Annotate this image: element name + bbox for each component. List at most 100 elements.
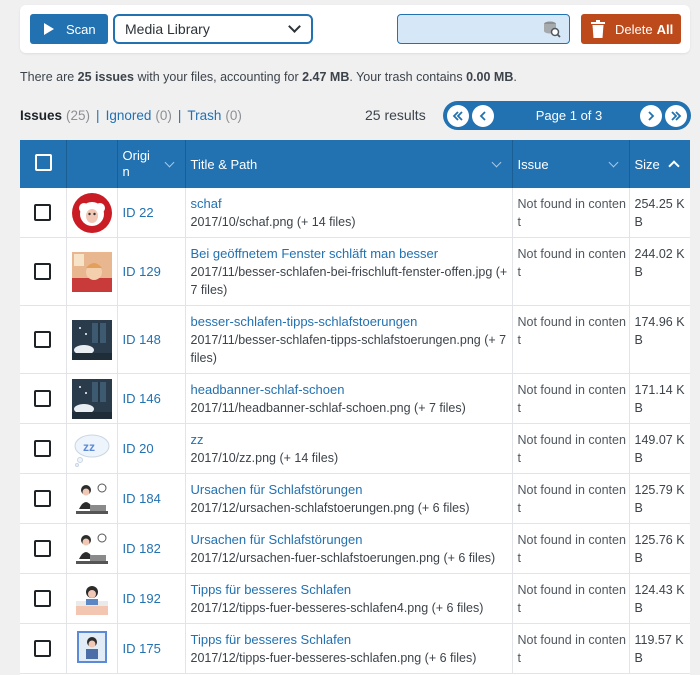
tab-trash[interactable]: Trash [187, 108, 221, 123]
row-checkbox[interactable] [34, 263, 51, 280]
title-header-label: Title & Path [190, 156, 258, 172]
first-page-button[interactable] [447, 104, 469, 127]
person-frame-thumbnail[interactable] [71, 628, 112, 669]
row-checkbox[interactable] [34, 540, 51, 557]
summary-size: 2.47 MB [302, 70, 350, 84]
media-id-link[interactable]: ID 146 [123, 391, 161, 406]
title-path-cell: headbanner-schlaf-schoen 2017/11/headbann… [185, 373, 513, 424]
tab-ignored[interactable]: Ignored [106, 108, 152, 123]
issue-cell: Not found in content [512, 523, 630, 574]
media-title-link[interactable]: headbanner-schlaf-schoen [191, 381, 512, 399]
row-checkbox[interactable] [34, 331, 51, 348]
media-title-link[interactable]: Ursachen für Schlafstörungen [191, 531, 512, 549]
origin-cell: ID 192 [117, 573, 186, 624]
delete-label: Delete [615, 21, 653, 37]
thumbnail-cell [66, 573, 118, 624]
sheep-thumbnail[interactable] [71, 192, 112, 233]
issue-header[interactable]: Issue [512, 140, 630, 188]
media-path: 2017/12/ursachen-fuer-schlafstoerungen.p… [190, 551, 496, 565]
row-checkbox[interactable] [34, 440, 51, 457]
origin-header[interactable]: Origi n [117, 140, 186, 188]
media-title-link[interactable]: Ursachen für Schlafstörungen [191, 481, 512, 499]
delete-label-bold: All [656, 21, 674, 37]
issue-cell: Not found in content [512, 188, 630, 238]
media-title-link[interactable]: zz [191, 431, 512, 449]
person-desk-thumbnail[interactable] [71, 528, 112, 569]
next-page-button[interactable] [640, 104, 662, 127]
size-text: 149.07 KB [634, 433, 685, 465]
row-checkbox[interactable] [34, 390, 51, 407]
play-icon [44, 23, 54, 35]
title-header[interactable]: Title & Path [185, 140, 513, 188]
issue-text: Not found in content [517, 197, 626, 229]
row-checkbox-cell [20, 423, 67, 474]
size-cell: 119.57 KB [629, 624, 690, 674]
table-row: ID 175 Tipps für besseres Schlafen 2017/1… [20, 623, 690, 674]
night-window-thumbnail[interactable] [71, 319, 112, 360]
size-header[interactable]: Size [629, 140, 690, 188]
toolbar: Scan Media Library Delete All [20, 5, 690, 53]
origin-cell: ID 175 [117, 623, 186, 674]
summary-text: There are 25 issues with your files, acc… [20, 70, 517, 84]
issue-text: Not found in content [517, 633, 626, 665]
issue-text: Not found in content [517, 583, 626, 615]
sort-icon [164, 157, 174, 168]
media-path: 2017/10/zz.png (+ 14 files) [190, 451, 339, 465]
scan-button[interactable]: Scan [30, 14, 108, 44]
row-checkbox[interactable] [34, 204, 51, 221]
row-checkbox-cell [20, 305, 67, 374]
media-title-link[interactable]: Tipps für besseres Schlafen [191, 631, 512, 649]
media-title-link[interactable]: Tipps für besseres Schlafen [191, 581, 512, 599]
size-cell: 171.14 KB [629, 374, 690, 424]
issue-header-label: Issue [517, 156, 549, 172]
last-page-button[interactable] [665, 104, 687, 127]
media-id-link[interactable]: ID 182 [123, 541, 161, 556]
media-id-link[interactable]: ID 175 [123, 641, 161, 656]
row-checkbox[interactable] [34, 490, 51, 507]
svg-text:zz: zz [83, 440, 95, 454]
trash-icon [591, 20, 605, 38]
zz-cloud-thumbnail[interactable]: zz [71, 428, 112, 469]
source-select[interactable]: Media Library [113, 14, 313, 44]
thumbnail-cell [66, 373, 118, 424]
summary-middle: with your files, accounting for [133, 70, 303, 84]
delete-all-button[interactable]: Delete All [581, 14, 681, 44]
night-window-thumbnail[interactable] [71, 378, 112, 419]
media-id-link[interactable]: ID 148 [123, 332, 161, 347]
double-chevron-right-icon [671, 110, 682, 121]
media-path: 2017/11/headbanner-schlaf-schoen.png (+ … [190, 401, 466, 415]
database-search-icon [544, 21, 561, 38]
row-checkbox-cell [20, 373, 67, 424]
tab-issues[interactable]: Issues [20, 108, 62, 123]
media-id-link[interactable]: ID 129 [123, 264, 161, 279]
separator: | [177, 108, 182, 123]
issue-text: Not found in content [517, 533, 626, 565]
issue-text: Not found in content [517, 433, 626, 465]
select-all-cell [20, 140, 67, 188]
media-id-link[interactable]: ID 192 [123, 591, 161, 606]
media-id-link[interactable]: ID 184 [123, 491, 161, 506]
thumbnail-cell [66, 523, 118, 574]
prev-page-button[interactable] [472, 104, 494, 127]
issue-text: Not found in content [517, 315, 626, 347]
media-id-link[interactable]: ID 20 [123, 441, 154, 456]
media-title-link[interactable]: Bei geöffnetem Fenster schläft man besse… [191, 245, 512, 263]
row-checkbox-cell [20, 523, 67, 574]
person-desk-thumbnail[interactable] [71, 478, 112, 519]
row-checkbox[interactable] [34, 590, 51, 607]
person-bed-thumbnail[interactable] [71, 578, 112, 619]
media-path: 2017/12/ursachen-schlafstoerungen.png (+… [190, 501, 470, 515]
media-title-link[interactable]: schaf [191, 195, 512, 213]
sleeping-person-thumbnail[interactable] [71, 251, 112, 292]
issue-cell: Not found in content [512, 237, 630, 306]
media-title-link[interactable]: besser-schlafen-tipps-schlafstoerungen [191, 313, 512, 331]
title-path-cell: zz 2017/10/zz.png (+ 14 files) [185, 423, 513, 474]
issue-cell: Not found in content [512, 473, 630, 524]
thumbnail-cell [66, 237, 118, 306]
size-text: 125.76 KB [634, 533, 685, 565]
origin-cell: ID 146 [117, 373, 186, 424]
media-id-link[interactable]: ID 22 [123, 205, 154, 220]
search-input[interactable] [397, 14, 570, 44]
row-checkbox[interactable] [34, 640, 51, 657]
select-all-checkbox[interactable] [35, 154, 52, 171]
